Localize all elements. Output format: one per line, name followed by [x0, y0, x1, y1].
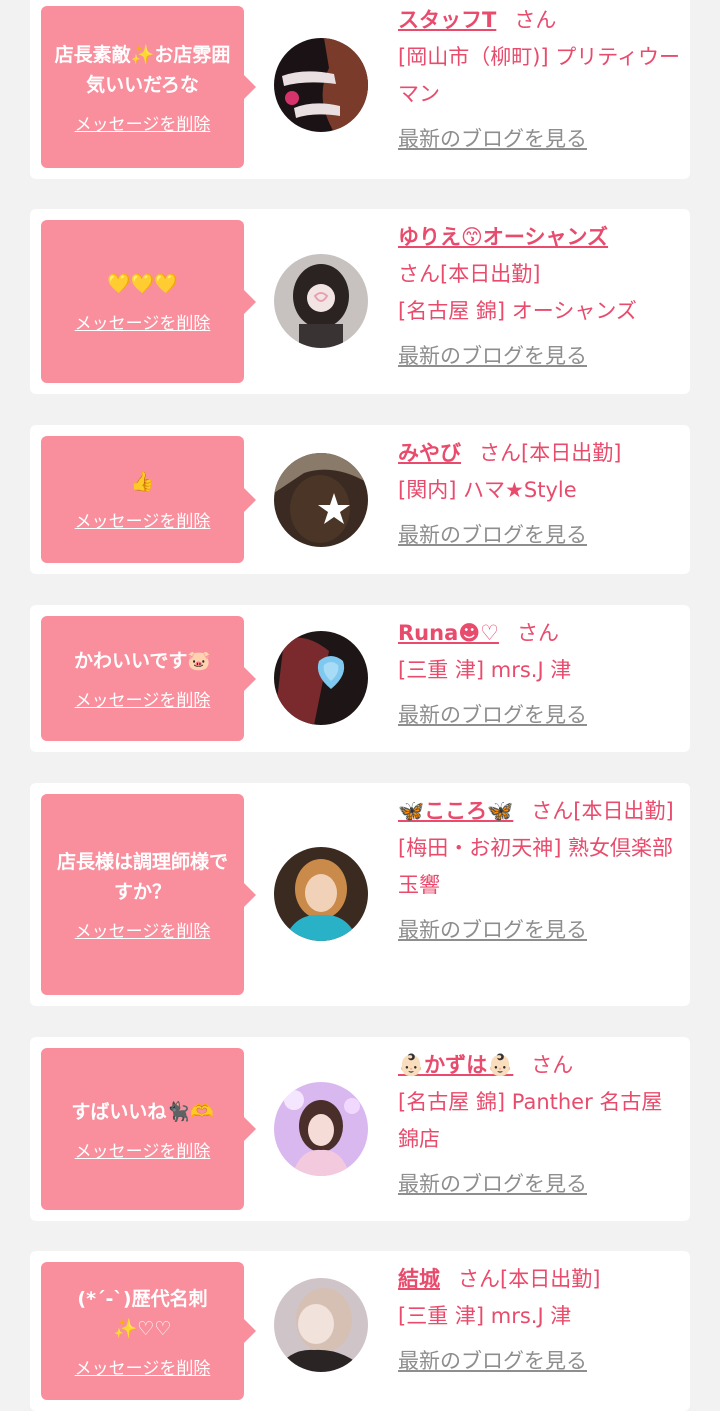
- delete-message-link[interactable]: メッセージを削除: [75, 686, 211, 711]
- avatar[interactable]: [274, 847, 368, 941]
- message-card: かわいいです🐷 メッセージを削除 Runa☻♡ さん [三重 津] mrs.J 津…: [30, 605, 690, 752]
- message-card: 店長様は調理師様ですか？ メッセージを削除 🦋こころ🦋 さん[本日出勤] [梅田・…: [30, 783, 690, 1006]
- honorific: さん: [514, 8, 557, 32]
- message-bubble: かわいいです🐷 メッセージを削除: [41, 616, 256, 741]
- message-card: (*´-`)歴代名刺✨♡♡ メッセージを削除 結城 さん[本日出勤] [三重 津]…: [30, 1251, 690, 1411]
- profile-photo-icon: [274, 847, 368, 941]
- avatar[interactable]: [274, 1278, 368, 1372]
- honorific: さん: [531, 799, 574, 823]
- girl-name-link[interactable]: 結城: [398, 1267, 440, 1291]
- today-badge: [本日出勤]: [500, 1267, 601, 1291]
- shop-label: [三重 津] mrs.J 津: [398, 658, 572, 682]
- latest-blog-link[interactable]: 最新のブログを見る: [398, 912, 587, 949]
- delete-message-link[interactable]: メッセージを削除: [75, 309, 211, 334]
- girl-info: ゆりえ😙オーシャンズ さん[本日出勤] [名古屋 錦] オーシャンズ 最新のブロ…: [398, 219, 683, 375]
- message-card: 💛💛💛 メッセージを削除 ゆりえ😙オーシャンズ さん[本日出勤] [名古屋 錦]…: [30, 209, 690, 394]
- message-card: 店長素敵✨お店雰囲気いいだろな メッセージを削除 スタッフT さん [岡山市（柳町…: [30, 0, 690, 179]
- message-card: 👍 メッセージを削除 みやび さん[本日出勤] [関内] ハマ★Style 最新の…: [30, 425, 690, 574]
- message-bubble: (*´-`)歴代名刺✨♡♡ メッセージを削除: [41, 1262, 256, 1400]
- profile-photo-icon: [274, 254, 368, 348]
- latest-blog-link[interactable]: 最新のブログを見る: [398, 338, 587, 375]
- avatar[interactable]: [274, 453, 368, 547]
- today-badge: [本日出勤]: [440, 262, 541, 286]
- honorific: さん: [531, 1053, 574, 1077]
- profile-photo-icon: [274, 1278, 368, 1372]
- message-text: すばいいね🐈‍⬛🫶: [71, 1100, 214, 1123]
- message-text: (*´-`)歴代名刺✨♡♡: [77, 1287, 208, 1340]
- message-bubble: 💛💛💛 メッセージを削除: [41, 220, 256, 383]
- shop-label: [関内] ハマ★Style: [398, 478, 577, 502]
- latest-blog-link[interactable]: 最新のブログを見る: [398, 121, 587, 158]
- latest-blog-link[interactable]: 最新のブログを見る: [398, 517, 587, 554]
- shop-label: [三重 津] mrs.J 津: [398, 1304, 572, 1328]
- girl-info: 🦋こころ🦋 さん[本日出勤] [梅田・お初天神] 熟女倶楽部 玉響 最新のブログを…: [398, 793, 683, 949]
- latest-blog-link[interactable]: 最新のブログを見る: [398, 697, 587, 734]
- girl-name-link[interactable]: 👶🏻かずは👶🏻: [398, 1053, 513, 1077]
- girl-name-link[interactable]: ゆりえ😙オーシャンズ: [398, 225, 608, 249]
- profile-photo-icon: [274, 453, 368, 547]
- latest-blog-link[interactable]: 最新のブログを見る: [398, 1166, 587, 1203]
- girl-info: 👶🏻かずは👶🏻 さん [名古屋 錦] Panther 名古屋錦店 最新のブログを見…: [398, 1047, 683, 1203]
- message-bubble: 店長素敵✨お店雰囲気いいだろな メッセージを削除: [41, 6, 256, 168]
- message-text: 👍: [130, 471, 155, 493]
- message-text: 店長素敵✨お店雰囲気いいだろな: [54, 43, 231, 96]
- delete-message-link[interactable]: メッセージを削除: [75, 1137, 211, 1162]
- avatar[interactable]: [274, 254, 368, 348]
- pretty-woman-logo-icon: [274, 38, 368, 132]
- honorific: さん: [516, 621, 559, 645]
- message-text: かわいいです🐷: [73, 650, 212, 672]
- girl-name-link[interactable]: 🦋こころ🦋: [398, 799, 513, 823]
- message-bubble: 店長様は調理師様ですか？ メッセージを削除: [41, 794, 256, 995]
- shop-label: [名古屋 錦] オーシャンズ: [398, 299, 637, 323]
- girl-info: スタッフT さん [岡山市（柳町)] プリティウーマン 最新のブログを見る: [398, 2, 683, 158]
- delete-message-link[interactable]: メッセージを削除: [75, 110, 211, 135]
- delete-message-link[interactable]: メッセージを削除: [75, 917, 211, 942]
- girl-name-link[interactable]: Runa☻♡: [398, 621, 499, 645]
- message-text: 店長様は調理師様ですか？: [56, 851, 228, 903]
- message-text: 💛💛💛: [107, 273, 178, 295]
- shop-label: [梅田・お初天神] 熟女倶楽部 玉響: [398, 836, 674, 897]
- latest-blog-link[interactable]: 最新のブログを見る: [398, 1343, 587, 1380]
- message-card: すばいいね🐈‍⬛🫶 メッセージを削除 👶🏻かずは👶🏻 さん [名古屋 錦] Pan…: [30, 1037, 690, 1221]
- avatar[interactable]: [274, 38, 368, 132]
- girl-info: みやび さん[本日出勤] [関内] ハマ★Style 最新のブログを見る: [398, 435, 683, 554]
- profile-photo-icon: [274, 631, 368, 725]
- shop-label: [名古屋 錦] Panther 名古屋錦店: [398, 1090, 663, 1151]
- girl-name-link[interactable]: スタッフT: [398, 8, 496, 32]
- delete-message-link[interactable]: メッセージを削除: [75, 507, 211, 532]
- honorific: さん: [479, 441, 521, 465]
- message-bubble: すばいいね🐈‍⬛🫶 メッセージを削除: [41, 1048, 256, 1210]
- message-bubble: 👍 メッセージを削除: [41, 436, 256, 563]
- today-badge: [本日出勤]: [521, 441, 622, 465]
- avatar[interactable]: [274, 631, 368, 725]
- girl-info: Runa☻♡ さん [三重 津] mrs.J 津 最新のブログを見る: [398, 615, 683, 734]
- today-badge: [本日出勤]: [573, 799, 674, 823]
- delete-message-link[interactable]: メッセージを削除: [75, 1354, 211, 1379]
- honorific: さん: [398, 262, 440, 286]
- avatar[interactable]: [274, 1082, 368, 1176]
- girl-name-link[interactable]: みやび: [398, 441, 461, 465]
- honorific: さん: [458, 1267, 500, 1291]
- profile-photo-icon: [274, 1082, 368, 1176]
- shop-label: [岡山市（柳町)] プリティウーマン: [398, 45, 680, 106]
- girl-info: 結城 さん[本日出勤] [三重 津] mrs.J 津 最新のブログを見る: [398, 1261, 683, 1380]
